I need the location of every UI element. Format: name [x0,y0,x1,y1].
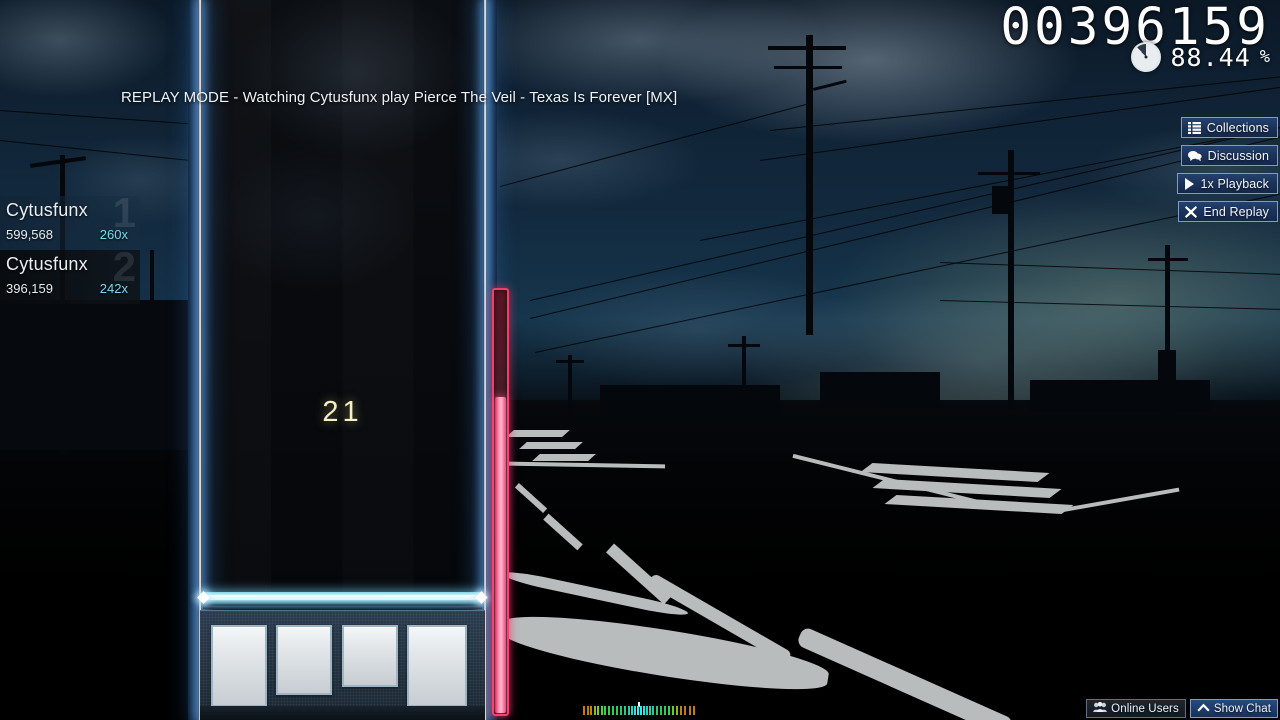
playback-speed-button[interactable]: 1x Playback [1176,173,1278,194]
show-chat-label: Show Chat [1213,702,1271,715]
key-column-3[interactable] [342,625,398,687]
accuracy-value: 88.44 [1170,42,1251,72]
hit-error-tick [643,706,645,715]
hit-error-tick [668,706,670,715]
judgement-line [197,588,488,610]
hit-error-tick [612,706,614,715]
hit-error-tick [628,706,630,715]
playback-speed-label: 1x Playback [1200,176,1269,191]
judgement-bar-shadow [203,606,482,609]
online-users-button[interactable]: Online Users [1086,699,1186,718]
combo-counter: 21 [322,396,363,428]
judgement-bar-highlight [203,595,482,600]
building-silhouette [600,385,780,415]
hit-error-tick [649,706,651,715]
end-replay-label: End Replay [1203,204,1269,219]
end-replay-button[interactable]: End Replay [1178,201,1278,222]
replay-overlay-buttons: Collections Discussion 1x Playback End R… [1176,117,1278,222]
online-users-label: Online Users [1111,702,1179,715]
hit-error-tick [583,706,585,715]
leaderboard-name: Cytusfunx [6,200,88,220]
bottom-status-bar: Online Users Show Chat [1086,699,1278,718]
hit-error-tick [646,706,648,715]
list-icon [1187,121,1201,134]
hit-error-tick [689,706,691,715]
hit-error-tick [693,706,695,715]
crosswalk-stripe [506,430,570,437]
hit-error-tick [680,706,682,715]
hit-error-tick [604,706,606,715]
leaderboard-entry[interactable]: 2 Cytusfunx 396,159 242x [0,250,140,304]
hit-error-tick [620,706,622,715]
discussion-button[interactable]: Discussion [1180,145,1278,166]
pole-box [992,186,1014,214]
pole-crossarm [774,66,842,69]
key-panel [200,610,485,720]
hit-error-tick [608,706,610,715]
comment-icon [1187,150,1202,162]
hit-error-tick [684,706,686,715]
hit-error-tick [640,706,642,715]
hit-error-tick [637,706,639,715]
people-icon [1093,701,1107,716]
hit-error-tick [656,706,658,715]
rhythm-playfield: 21 [188,0,497,720]
hit-error-tick [597,706,599,715]
hit-error-tick [590,706,592,715]
collections-button[interactable]: Collections [1180,117,1278,138]
hit-error-tick [672,706,674,715]
health-bar [492,288,509,716]
leaderboard: 1 Cytusfunx 599,568 260x 2 Cytusfunx 396… [0,196,140,304]
collections-label: Collections [1206,120,1269,135]
key-column-4[interactable] [407,625,467,707]
key-column-1[interactable] [211,625,267,707]
health-bar-fill [495,397,506,713]
leaderboard-combo: 242x [99,281,128,296]
hit-error-tick [587,706,589,715]
discussion-label: Discussion [1207,148,1269,163]
replay-mode-banner: REPLAY MODE - Watching Cytusfunx play Pi… [121,89,678,106]
leaderboard-combo: 260x [99,227,128,242]
accuracy-display: 88.44 % [1131,42,1270,72]
building-silhouette [0,300,200,450]
play-icon [1184,177,1195,190]
accuracy-pie-icon [1131,42,1162,72]
crosswalk-stripe [532,454,596,461]
pole-crossarm [1148,258,1188,261]
utility-pole [568,355,572,425]
chevron-up-icon [1197,703,1210,715]
hit-error-tick [631,706,633,715]
pole-crossarm [728,344,760,347]
hit-error-tick [634,706,636,715]
hit-error-tick [652,706,654,715]
hit-error-tick [594,706,596,715]
leaderboard-score: 396,159 [6,281,53,296]
building-silhouette [820,372,940,408]
leaderboard-score: 599,568 [6,227,53,242]
close-icon [1185,205,1198,218]
hit-error-tick [664,706,666,715]
pole-crossarm [556,360,584,363]
key-column-2[interactable] [276,625,332,695]
crosswalk-stripe [519,442,583,449]
accuracy-percent-symbol: % [1259,47,1270,67]
utility-pole [806,35,813,335]
hit-error-tick [601,706,603,715]
hit-error-tick [676,706,678,715]
leaderboard-name: Cytusfunx [6,254,88,274]
building-silhouette [1030,380,1210,412]
show-chat-button[interactable]: Show Chat [1189,699,1278,718]
hit-error-tick [616,706,618,715]
hit-error-tick [660,706,662,715]
pole-crossarm [978,172,1040,175]
hit-error-meter [583,702,695,716]
pole-crossarm [768,46,846,50]
hit-error-tick [624,706,626,715]
leaderboard-entry[interactable]: 1 Cytusfunx 599,568 260x [0,196,140,250]
